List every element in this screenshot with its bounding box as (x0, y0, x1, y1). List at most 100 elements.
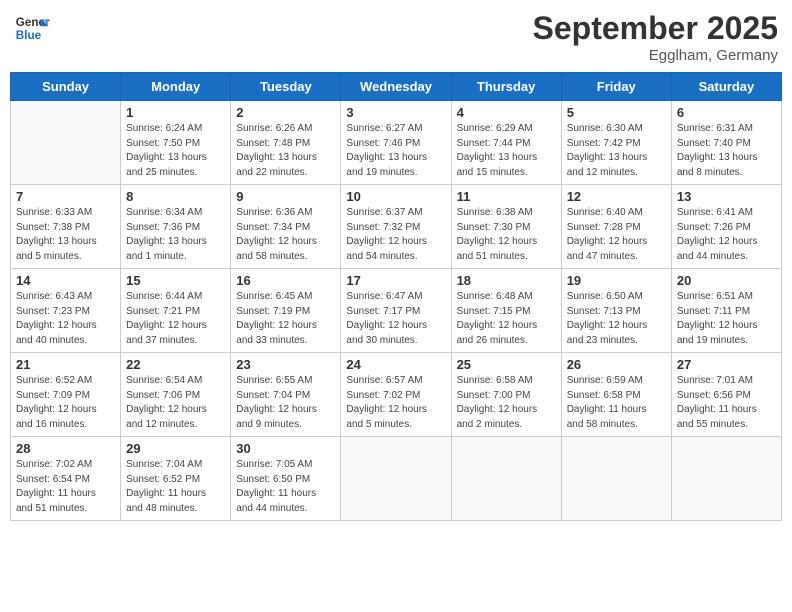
calendar-cell (561, 437, 671, 521)
day-info: Sunrise: 6:59 AM Sunset: 6:58 PM Dayligh… (567, 374, 666, 432)
calendar-cell: 28Sunrise: 7:02 AM Sunset: 6:54 PM Dayli… (11, 437, 121, 521)
weekday-header-saturday: Saturday (671, 73, 781, 101)
day-info: Sunrise: 6:27 AM Sunset: 7:46 PM Dayligh… (346, 122, 445, 180)
day-number: 1 (126, 105, 225, 120)
calendar-cell: 27Sunrise: 7:01 AM Sunset: 6:56 PM Dayli… (671, 353, 781, 437)
calendar-cell: 10Sunrise: 6:37 AM Sunset: 7:32 PM Dayli… (341, 185, 451, 269)
day-number: 25 (457, 357, 556, 372)
calendar-week-3: 21 Sunrise: 6:52 AM Sunset: 7:09 PM Dayli… (11, 353, 782, 437)
day-info: Sunrise: 6:38 AM Sunset: 7:30 PM Dayligh… (457, 206, 556, 264)
day-number: 14 (16, 273, 115, 288)
calendar-cell: 6 Sunrise: 6:31 AM Sunset: 7:40 PM Daylig… (671, 101, 781, 185)
day-number: 10 (346, 189, 445, 204)
calendar-cell: 9 Sunrise: 6:36 AM Sunset: 7:34 PM Daylig… (231, 185, 341, 269)
calendar-week-2: 14 Sunrise: 6:43 AM Sunset: 7:23 PM Dayli… (11, 269, 782, 353)
day-number: 20 (677, 273, 776, 288)
calendar-cell: 11 Sunrise: 6:38 AM Sunset: 7:30 PM Dayli… (451, 185, 561, 269)
day-info: Sunrise: 6:41 AM Sunset: 7:26 PM Dayligh… (677, 206, 776, 264)
day-number: 22 (126, 357, 225, 372)
page-header: General Blue September 2025 Egglham, Ger… (10, 10, 782, 64)
calendar-cell (11, 101, 121, 185)
day-number: 3 (346, 105, 445, 120)
calendar-header: SundayMondayTuesdayWednesdayThursdayFrid… (11, 73, 782, 101)
day-number: 7 (16, 189, 115, 204)
calendar-week-1: 7Sunrise: 6:33 AM Sunset: 7:38 PM Daylig… (11, 185, 782, 269)
day-number: 4 (457, 105, 556, 120)
calendar-week-0: 1 Sunrise: 6:24 AM Sunset: 7:50 PM Daylig… (11, 101, 782, 185)
calendar-cell: 12Sunrise: 6:40 AM Sunset: 7:28 PM Dayli… (561, 185, 671, 269)
day-info: Sunrise: 6:50 AM Sunset: 7:13 PM Dayligh… (567, 290, 666, 348)
day-info: Sunrise: 6:40 AM Sunset: 7:28 PM Dayligh… (567, 206, 666, 264)
day-info: Sunrise: 7:04 AM Sunset: 6:52 PM Dayligh… (126, 458, 225, 516)
svg-text:Blue: Blue (16, 29, 42, 42)
day-number: 21 (16, 357, 115, 372)
calendar-cell: 18Sunrise: 6:48 AM Sunset: 7:15 PM Dayli… (451, 269, 561, 353)
calendar-cell: 2 Sunrise: 6:26 AM Sunset: 7:48 PM Daylig… (231, 101, 341, 185)
day-info: Sunrise: 6:58 AM Sunset: 7:00 PM Dayligh… (457, 374, 556, 432)
day-info: Sunrise: 6:54 AM Sunset: 7:06 PM Dayligh… (126, 374, 225, 432)
day-info: Sunrise: 6:29 AM Sunset: 7:44 PM Dayligh… (457, 122, 556, 180)
day-number: 26 (567, 357, 666, 372)
calendar-cell: 29Sunrise: 7:04 AM Sunset: 6:52 PM Dayli… (121, 437, 231, 521)
calendar-cell: 7Sunrise: 6:33 AM Sunset: 7:38 PM Daylig… (11, 185, 121, 269)
day-number: 30 (236, 441, 335, 456)
day-info: Sunrise: 6:55 AM Sunset: 7:04 PM Dayligh… (236, 374, 335, 432)
day-info: Sunrise: 6:52 AM Sunset: 7:09 PM Dayligh… (16, 374, 115, 432)
day-info: Sunrise: 6:34 AM Sunset: 7:36 PM Dayligh… (126, 206, 225, 264)
day-info: Sunrise: 6:26 AM Sunset: 7:48 PM Dayligh… (236, 122, 335, 180)
weekday-header-tuesday: Tuesday (231, 73, 341, 101)
day-number: 5 (567, 105, 666, 120)
day-info: Sunrise: 6:31 AM Sunset: 7:40 PM Dayligh… (677, 122, 776, 180)
calendar-cell: 4 Sunrise: 6:29 AM Sunset: 7:44 PM Daylig… (451, 101, 561, 185)
day-number: 11 (457, 189, 556, 204)
logo-icon: General Blue (14, 10, 50, 46)
day-info: Sunrise: 6:51 AM Sunset: 7:11 PM Dayligh… (677, 290, 776, 348)
calendar-cell (451, 437, 561, 521)
day-number: 16 (236, 273, 335, 288)
day-info: Sunrise: 6:36 AM Sunset: 7:34 PM Dayligh… (236, 206, 335, 264)
day-info: Sunrise: 7:05 AM Sunset: 6:50 PM Dayligh… (236, 458, 335, 516)
day-number: 6 (677, 105, 776, 120)
day-info: Sunrise: 6:43 AM Sunset: 7:23 PM Dayligh… (16, 290, 115, 348)
calendar-cell (671, 437, 781, 521)
calendar-cell: 13 Sunrise: 6:41 AM Sunset: 7:26 PM Dayli… (671, 185, 781, 269)
calendar-cell: 25 Sunrise: 6:58 AM Sunset: 7:00 PM Dayli… (451, 353, 561, 437)
day-number: 9 (236, 189, 335, 204)
calendar-cell: 14 Sunrise: 6:43 AM Sunset: 7:23 PM Dayli… (11, 269, 121, 353)
calendar-cell: 16 Sunrise: 6:45 AM Sunset: 7:19 PM Dayli… (231, 269, 341, 353)
day-info: Sunrise: 7:01 AM Sunset: 6:56 PM Dayligh… (677, 374, 776, 432)
day-number: 13 (677, 189, 776, 204)
calendar-cell: 21 Sunrise: 6:52 AM Sunset: 7:09 PM Dayli… (11, 353, 121, 437)
calendar-cell: 20 Sunrise: 6:51 AM Sunset: 7:11 PM Dayli… (671, 269, 781, 353)
location-subtitle: Egglham, Germany (533, 47, 778, 64)
day-number: 23 (236, 357, 335, 372)
calendar-cell: 23 Sunrise: 6:55 AM Sunset: 7:04 PM Dayli… (231, 353, 341, 437)
calendar-cell: 5 Sunrise: 6:30 AM Sunset: 7:42 PM Daylig… (561, 101, 671, 185)
day-info: Sunrise: 6:44 AM Sunset: 7:21 PM Dayligh… (126, 290, 225, 348)
day-number: 18 (457, 273, 556, 288)
day-number: 24 (346, 357, 445, 372)
calendar-cell: 19 Sunrise: 6:50 AM Sunset: 7:13 PM Dayli… (561, 269, 671, 353)
calendar-cell: 26 Sunrise: 6:59 AM Sunset: 6:58 PM Dayli… (561, 353, 671, 437)
logo: General Blue (14, 10, 50, 46)
calendar-cell: 17Sunrise: 6:47 AM Sunset: 7:17 PM Dayli… (341, 269, 451, 353)
day-info: Sunrise: 7:02 AM Sunset: 6:54 PM Dayligh… (16, 458, 115, 516)
weekday-header-thursday: Thursday (451, 73, 561, 101)
day-info: Sunrise: 6:30 AM Sunset: 7:42 PM Dayligh… (567, 122, 666, 180)
calendar-week-4: 28Sunrise: 7:02 AM Sunset: 6:54 PM Dayli… (11, 437, 782, 521)
day-info: Sunrise: 6:47 AM Sunset: 7:17 PM Dayligh… (346, 290, 445, 348)
calendar-cell: 1 Sunrise: 6:24 AM Sunset: 7:50 PM Daylig… (121, 101, 231, 185)
weekday-header-wednesday: Wednesday (341, 73, 451, 101)
day-info: Sunrise: 6:24 AM Sunset: 7:50 PM Dayligh… (126, 122, 225, 180)
calendar-cell: 24 Sunrise: 6:57 AM Sunset: 7:02 PM Dayli… (341, 353, 451, 437)
calendar-cell: 22 Sunrise: 6:54 AM Sunset: 7:06 PM Dayli… (121, 353, 231, 437)
day-info: Sunrise: 6:57 AM Sunset: 7:02 PM Dayligh… (346, 374, 445, 432)
calendar-cell: 8Sunrise: 6:34 AM Sunset: 7:36 PM Daylig… (121, 185, 231, 269)
calendar-cell: 3 Sunrise: 6:27 AM Sunset: 7:46 PM Daylig… (341, 101, 451, 185)
day-number: 2 (236, 105, 335, 120)
calendar-table: SundayMondayTuesdayWednesdayThursdayFrid… (10, 72, 782, 521)
calendar-cell: 30 Sunrise: 7:05 AM Sunset: 6:50 PM Dayli… (231, 437, 341, 521)
weekday-header-monday: Monday (121, 73, 231, 101)
day-number: 19 (567, 273, 666, 288)
day-info: Sunrise: 6:45 AM Sunset: 7:19 PM Dayligh… (236, 290, 335, 348)
